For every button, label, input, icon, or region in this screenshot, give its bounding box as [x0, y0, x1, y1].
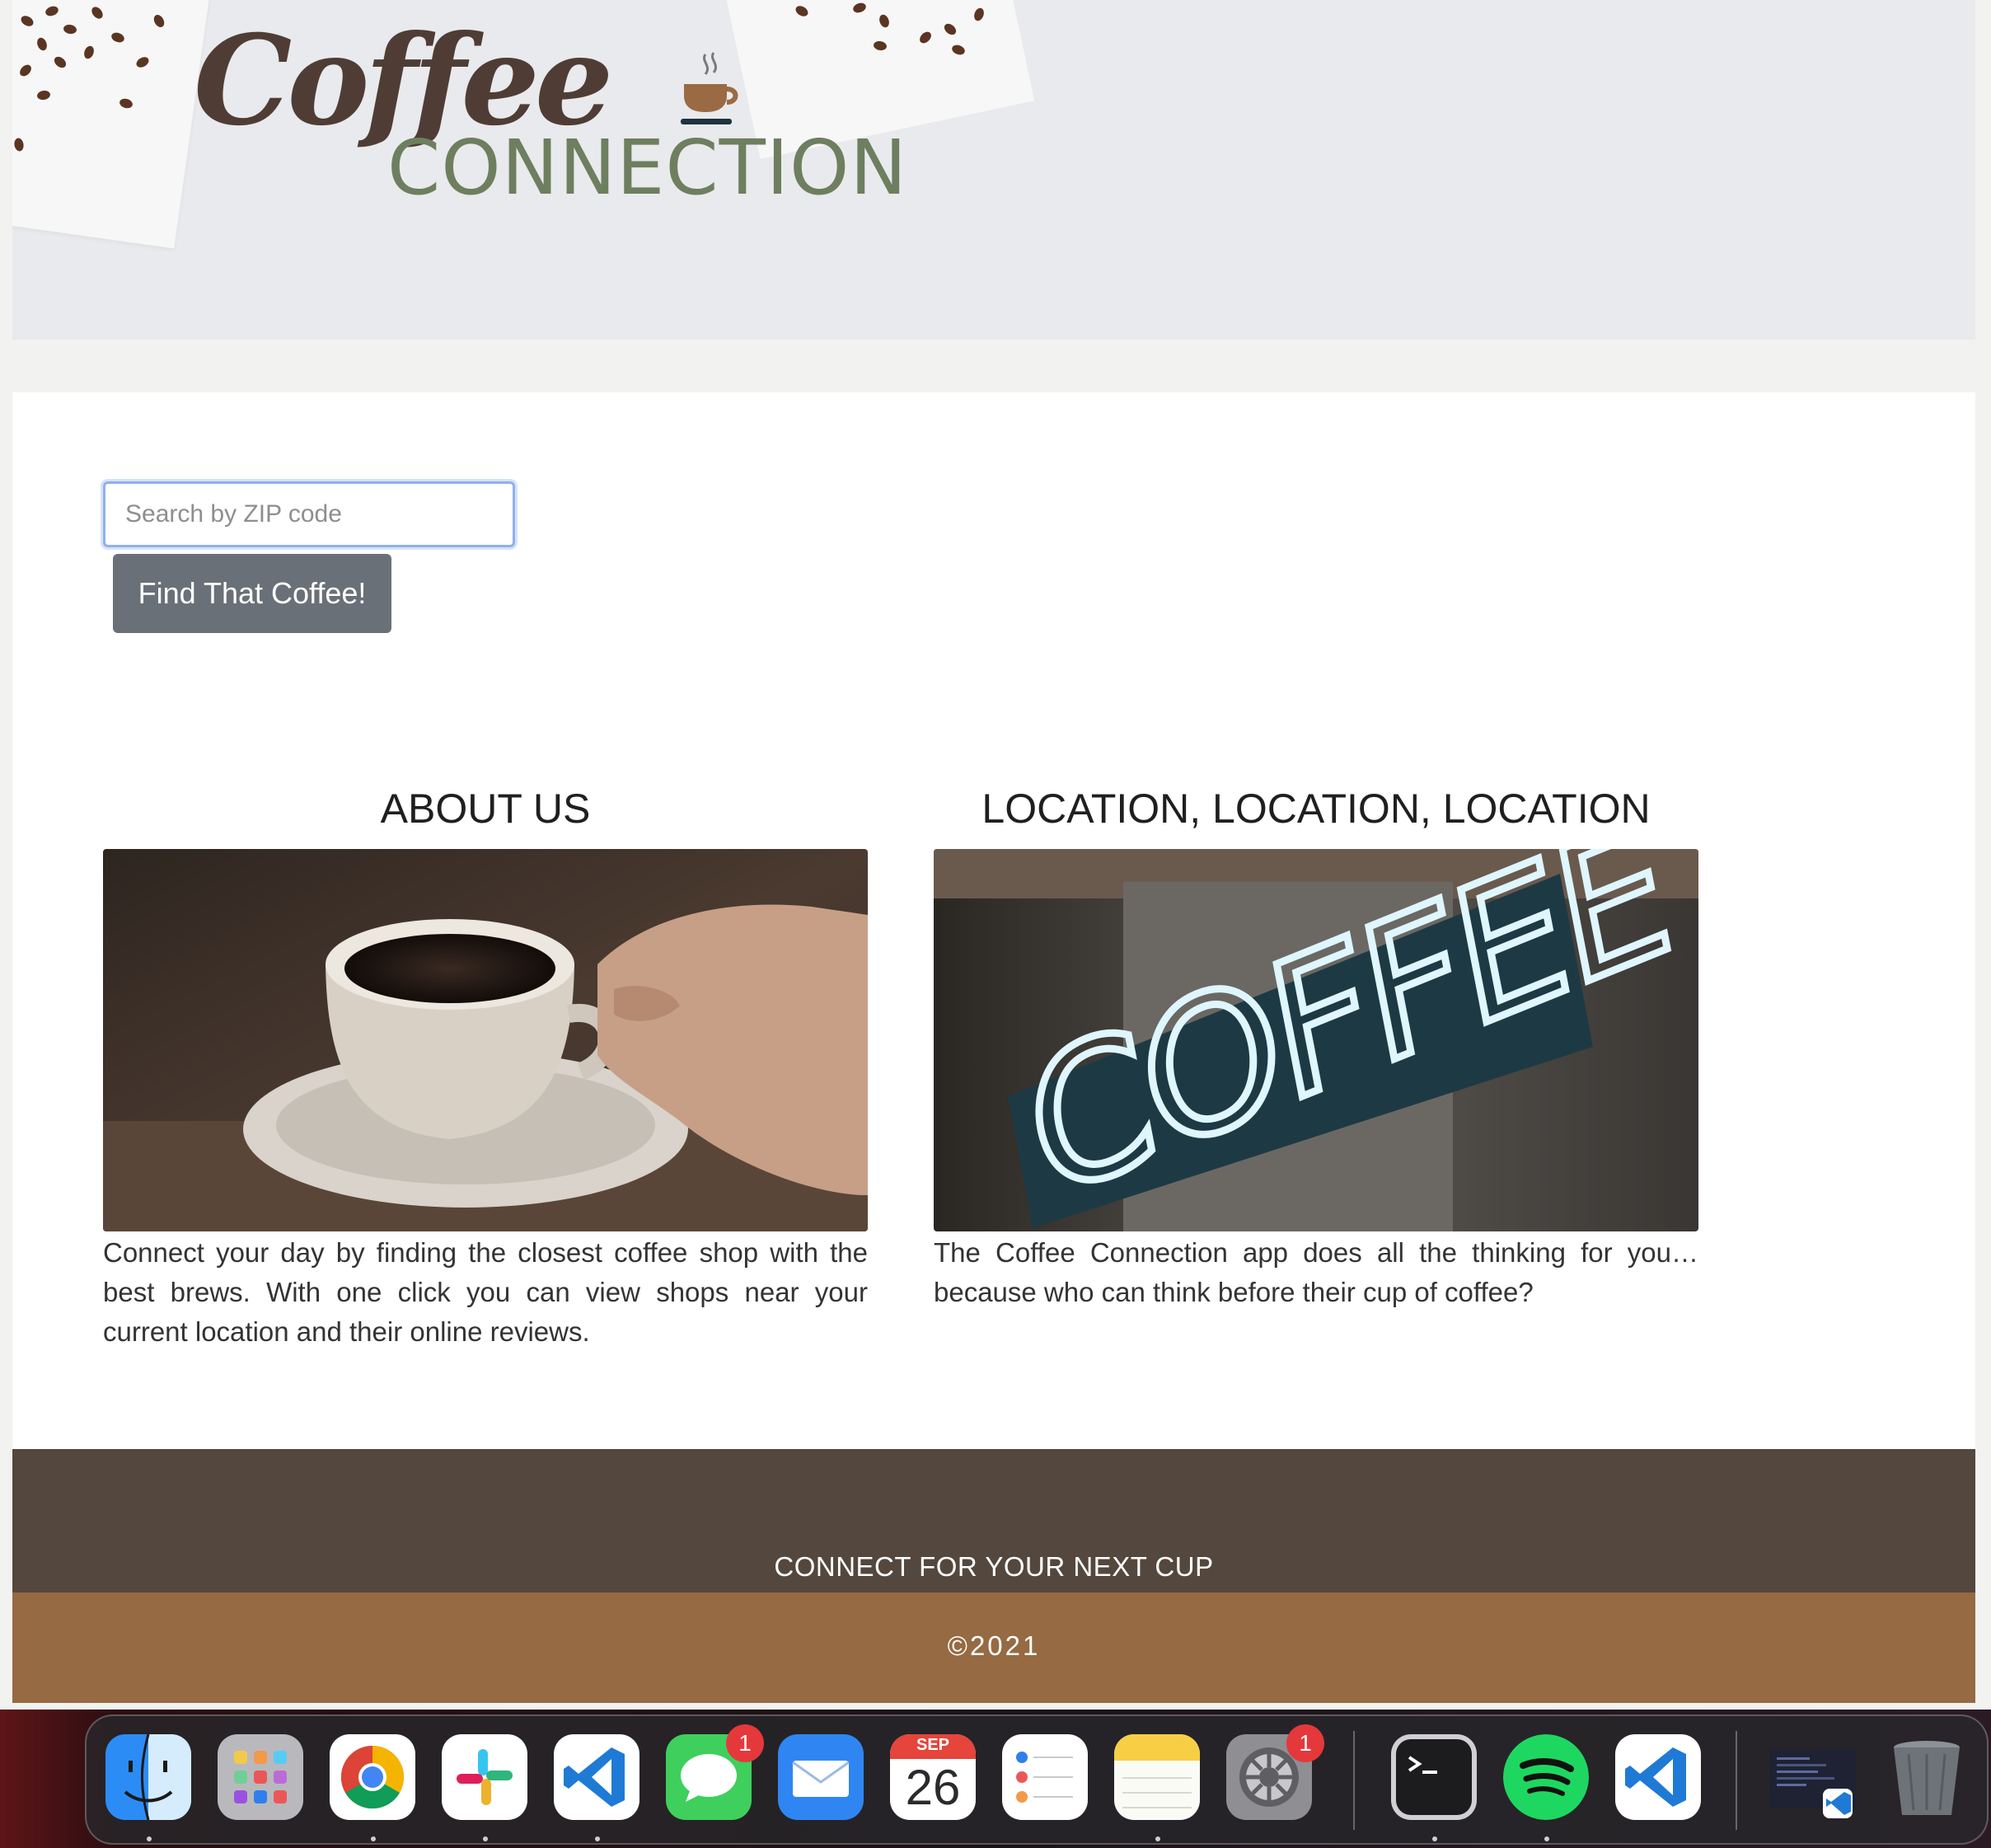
messages-badge: 1: [726, 1724, 764, 1762]
chrome-icon[interactable]: [330, 1734, 415, 1820]
calendar-month: SEP: [916, 1736, 950, 1754]
spotify-icon[interactable]: [1503, 1734, 1589, 1820]
dock-running-indicator: [371, 1836, 376, 1841]
neon-coffee-sign-photo: COFFEE: [934, 849, 1698, 1231]
settings-badge: 1: [1286, 1724, 1324, 1762]
coffee-cup-icon: [681, 52, 738, 124]
vscode-icon[interactable]: [554, 1734, 639, 1820]
location-text: The Coffee Connection app does all the t…: [934, 1237, 1698, 1307]
dock-running-indicator: [1155, 1836, 1160, 1841]
mail-icon[interactable]: [778, 1734, 864, 1820]
logo-word-connection: CONNECTION: [387, 124, 908, 212]
about-us-section: ABOUT US Connect your day by finding the…: [103, 780, 868, 1352]
footer-tagline-bar: CONNECT FOR YOUR NEXT CUP: [12, 1449, 1975, 1592]
slack-icon[interactable]: [442, 1734, 527, 1820]
dock-separator: [1736, 1731, 1737, 1830]
calendar-icon[interactable]: SEP 26: [890, 1734, 976, 1820]
launchpad-icon[interactable]: [218, 1734, 303, 1820]
find-coffee-button[interactable]: Find That Coffee!: [113, 554, 391, 633]
calendar-day: 26: [905, 1760, 961, 1815]
dock-running-indicator: [1544, 1836, 1549, 1841]
vscode-icon[interactable]: [1615, 1734, 1701, 1820]
location-section: LOCATION, LOCATION, LOCATION COFFEE The …: [934, 780, 1698, 1312]
macos-dock: 1 SEP 26 1: [85, 1714, 1989, 1845]
zip-search-input[interactable]: [103, 481, 515, 547]
window-thumbnail-icon[interactable]: [1770, 1734, 1856, 1820]
site-header: Coffee CONNECTION: [12, 0, 1975, 340]
footer-tagline: CONNECT FOR YOUR NEXT CUP: [774, 1551, 1214, 1582]
dock-running-indicator: [1432, 1836, 1437, 1841]
coffee-cup-photo: [103, 849, 868, 1231]
dock-running-indicator: [595, 1836, 600, 1841]
footer-copyright-bar: ©2021: [12, 1592, 1975, 1703]
footer-copyright: ©2021: [947, 1630, 1041, 1661]
dock-running-indicator: [147, 1836, 152, 1841]
coffee-beans-left: [12, 0, 177, 165]
location-heading: LOCATION, LOCATION, LOCATION: [981, 786, 1651, 832]
finder-icon[interactable]: [105, 1734, 191, 1820]
trash-icon[interactable]: [1884, 1734, 1970, 1820]
dock-separator: [1353, 1731, 1355, 1830]
about-us-text: Connect your day by finding the closest …: [103, 1237, 868, 1347]
terminal-icon[interactable]: [1391, 1734, 1477, 1820]
reminders-icon[interactable]: [1002, 1734, 1088, 1820]
notes-icon[interactable]: [1114, 1734, 1200, 1820]
main-content: Find That Coffee! ABOUT US: [12, 392, 1975, 1449]
about-us-heading: ABOUT US: [380, 786, 591, 832]
dock-running-indicator: [483, 1836, 488, 1841]
coffee-connection-logo[interactable]: Coffee CONNECTION: [177, 8, 919, 212]
